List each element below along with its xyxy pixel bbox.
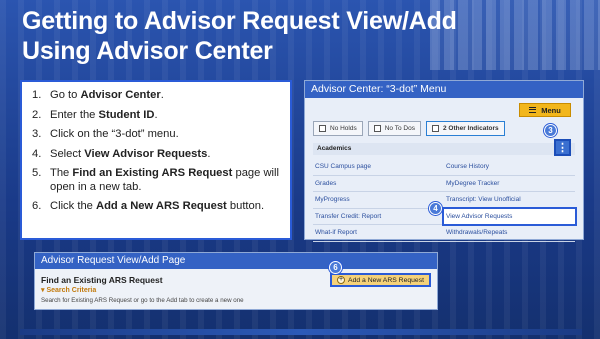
step-text: Enter the Student ID.: [50, 108, 158, 121]
step-item: 3. Click on the “3-dot” menu.: [32, 128, 282, 142]
step-number: 5.: [32, 167, 42, 179]
link-myprogress[interactable]: MyProgress: [313, 192, 444, 208]
checkbox-icon: [373, 125, 381, 132]
academics-section-header: Academics: [313, 143, 575, 155]
link-course-history[interactable]: Course History: [444, 159, 575, 175]
hamburger-icon: [529, 107, 537, 113]
link-row: CSU Campus page Course History: [313, 159, 575, 176]
link-withdrawals-repeats[interactable]: Withdrawals/Repeats: [444, 225, 575, 241]
step-number: 4.: [32, 147, 42, 160]
link-what-if-report[interactable]: What-if Report: [313, 225, 444, 241]
footer-bar: [20, 329, 582, 335]
step-number: 1.: [32, 89, 42, 101]
link-mydegree-tracker[interactable]: MyDegree Tracker: [444, 176, 575, 192]
search-description: Search for Existing ARS Request or go to…: [41, 297, 244, 304]
step-item: 6. Click the Add a New ARS Request button…: [32, 200, 282, 214]
no-holds-indicator[interactable]: No Holds: [313, 121, 363, 136]
step-text: Click on the “3-dot” menu.: [50, 128, 179, 140]
step-text: Click the Add a New ARS Request button.: [50, 200, 265, 212]
indicator-label: No Holds: [330, 125, 357, 132]
other-indicators-button[interactable]: 2 Other Indicators: [425, 121, 505, 136]
link-transfer-credit-report[interactable]: Transfer Credit: Report: [313, 209, 444, 225]
menu-button[interactable]: Menu: [519, 103, 571, 117]
indicator-label: No To Dos: [384, 125, 415, 132]
link-row: What-if Report Withdrawals/Repeats: [313, 225, 575, 242]
advisor-center-header: Advisor Center: “3-dot” Menu: [305, 81, 583, 98]
step-text: Go to Advisor Center.: [50, 89, 164, 101]
step-item: 5. The Find an Existing ARS Request page …: [32, 167, 282, 194]
checkbox-icon: [319, 125, 326, 132]
three-dot-menu-button[interactable]: ⋮: [554, 139, 571, 156]
step-text: Select View Advisor Requests.: [50, 147, 211, 160]
step-item: 4. Select View Advisor Requests.: [32, 148, 282, 162]
no-todos-indicator[interactable]: No To Dos: [367, 121, 421, 136]
link-csu-campus-page[interactable]: CSU Campus page: [313, 159, 444, 175]
advisor-center-panel: Advisor Center: “3-dot” Menu Menu No Hol…: [304, 80, 584, 242]
step-item: 1. Go to Advisor Center.: [32, 89, 282, 103]
title-line-2: Using Advisor Center: [22, 37, 273, 65]
step-item: 2. Enter the Student ID.: [32, 109, 282, 123]
step-text: The Find an Existing ARS Request page wi…: [50, 167, 279, 193]
indicator-label: 2 Other Indicators: [442, 125, 499, 132]
step-number: 6.: [32, 200, 42, 212]
steps-panel: 1. Go to Advisor Center. 2. Enter the Stud…: [20, 80, 292, 240]
step-number: 2.: [32, 108, 42, 121]
indicator-row: No Holds No To Dos 2 Other Indicators: [313, 121, 505, 136]
plus-icon: +: [337, 276, 346, 284]
add-new-request-button[interactable]: + Add a New ARS Request: [330, 273, 431, 287]
step-badge-6: 6: [329, 261, 342, 274]
advisor-request-panel: Advisor Request View/Add Page Find an Ex…: [34, 252, 438, 310]
checkbox-icon: [431, 125, 439, 132]
academics-links: CSU Campus page Course History Grades My…: [313, 159, 577, 242]
title-line-1: Getting to Advisor Request View/Add: [22, 7, 457, 35]
advisor-request-header: Advisor Request View/Add Page: [35, 253, 437, 269]
find-request-title: Find an Existing ARS Request: [41, 275, 163, 285]
search-criteria-label: Search Criteria: [46, 287, 97, 294]
steps-list: 1. Go to Advisor Center. 2. Enter the Stud…: [32, 89, 282, 214]
menu-label: Menu: [541, 105, 561, 115]
step-badge-3: 3: [544, 124, 557, 137]
step-number: 3.: [32, 128, 42, 140]
link-row: Grades MyDegree Tracker: [313, 176, 575, 192]
link-row: Transfer Credit: Report View Advisor Req…: [313, 206, 577, 226]
add-button-label: Add a New ARS Request: [348, 276, 424, 284]
slide-title: Getting to Advisor Request View/Add Usin…: [22, 6, 457, 66]
link-transcript-unofficial[interactable]: Transcript: View Unofficial: [444, 192, 575, 208]
link-row: MyProgress Transcript: View Unofficial: [313, 192, 575, 209]
search-criteria-toggle[interactable]: ▾ Search Criteria: [41, 286, 96, 294]
link-view-advisor-requests[interactable]: View Advisor Requests: [442, 206, 577, 226]
step-badge-4: 4: [429, 202, 442, 215]
link-grades[interactable]: Grades: [313, 176, 444, 192]
